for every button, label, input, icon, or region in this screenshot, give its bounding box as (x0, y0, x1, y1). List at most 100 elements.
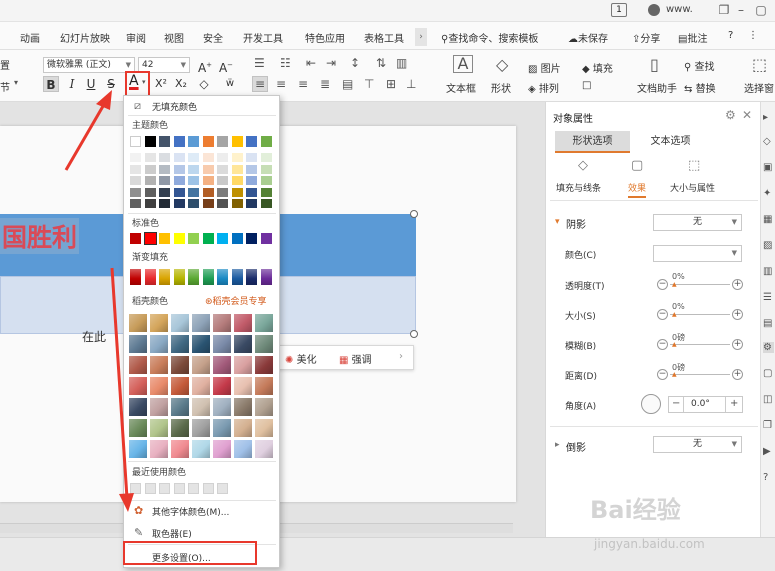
shell-color-swatch[interactable] (171, 419, 189, 437)
theme-shade-swatch[interactable] (173, 199, 185, 208)
tab-animation[interactable]: 动画 (20, 30, 40, 45)
recent-color-swatch[interactable] (217, 483, 228, 494)
increase-button[interactable]: + (732, 339, 743, 350)
sidebar-copy-icon[interactable]: ❐ (763, 420, 774, 431)
textbox-button[interactable]: 文本框 (446, 80, 476, 95)
tab-view[interactable]: 视图 (164, 30, 184, 45)
gradient-color-swatch[interactable] (188, 269, 199, 285)
angle-dial[interactable] (641, 394, 661, 414)
minimize-icon[interactable]: – (733, 2, 749, 18)
doc-helper-icon[interactable]: ▯ (650, 55, 659, 74)
shell-color-swatch[interactable] (255, 335, 273, 353)
shape-button[interactable]: 形状 (491, 80, 511, 95)
tabs-more-icon[interactable]: › (415, 28, 427, 46)
theme-shade-swatch[interactable] (130, 153, 141, 162)
shell-color-swatch[interactable] (192, 335, 210, 353)
theme-shade-swatch[interactable] (260, 176, 272, 185)
theme-color-swatch[interactable] (202, 136, 214, 147)
align-middle-icon[interactable]: ⊞ (386, 77, 396, 91)
maximize-icon[interactable]: ▢ (753, 2, 769, 18)
shell-color-swatch[interactable] (234, 377, 252, 395)
theme-shade-swatch[interactable] (173, 153, 185, 162)
fill-line-icon[interactable]: ◇ (578, 158, 588, 173)
shape-icon[interactable]: ◇ (496, 55, 508, 74)
theme-shade-swatch[interactable] (144, 176, 156, 185)
reflection-expand-icon[interactable]: ▸ (555, 440, 560, 450)
sidebar-crop-icon[interactable]: ◫ (763, 394, 774, 405)
size-slider[interactable]: 0% ▲ (660, 302, 735, 320)
underline-button[interactable]: U (83, 76, 99, 92)
align-right-icon[interactable]: ≡ (298, 77, 308, 91)
text-direction-icon[interactable]: ⇅ (376, 56, 386, 70)
theme-shade-swatch[interactable] (246, 164, 257, 174)
shell-color-swatch[interactable] (171, 356, 189, 374)
line-spacing-icon[interactable]: ↕ (350, 56, 360, 70)
theme-shade-swatch[interactable] (231, 176, 243, 185)
shell-color-swatch[interactable] (171, 377, 189, 395)
shell-color-swatch[interactable] (213, 440, 231, 458)
shell-color-swatch[interactable] (150, 419, 168, 437)
shell-color-swatch[interactable] (234, 398, 252, 416)
tab-review[interactable]: 审阅 (126, 30, 146, 45)
theme-shade-swatch[interactable] (246, 176, 257, 185)
theme-color-swatch[interactable] (130, 136, 141, 147)
theme-shade-swatch[interactable] (130, 187, 141, 197)
theme-shade-swatch[interactable] (217, 164, 228, 174)
bullet-list-icon[interactable]: ☰ (254, 56, 265, 70)
shell-color-swatch[interactable] (234, 419, 252, 437)
sidebar-table-icon[interactable]: ▦ (763, 214, 774, 225)
shell-color-swatch[interactable] (129, 314, 147, 332)
find-button[interactable]: ⚲ 查找 (684, 58, 715, 73)
sidebar-style-icon[interactable]: ◇ (763, 136, 774, 147)
blur-slider[interactable]: 0磅 ▲ (660, 333, 735, 350)
gradient-color-swatch[interactable] (144, 269, 156, 285)
tab-shape-options[interactable]: 形状选项 (555, 131, 630, 153)
user-name[interactable]: www. (666, 4, 693, 15)
arrange-button[interactable]: ◈ 排列 (528, 80, 559, 95)
settings-icon[interactable]: ⚙ (725, 108, 736, 122)
indent-increase-icon[interactable]: ⇥ (326, 56, 336, 70)
restore-icon[interactable]: ❐ (716, 2, 732, 18)
command-search[interactable]: ⚲查找命令、搜索模板 (441, 30, 538, 45)
shell-color-swatch[interactable] (255, 377, 273, 395)
distance-slider[interactable]: 0磅 ▲ (660, 363, 735, 380)
shell-color-swatch[interactable] (150, 377, 168, 395)
phonetic-icon[interactable]: ẅ (222, 76, 238, 92)
sidebar-text-icon[interactable]: ☰ (763, 292, 774, 303)
effect-icon[interactable]: ▢ (631, 158, 643, 173)
shell-color-swatch[interactable] (255, 356, 273, 374)
subtab-effect[interactable]: 效果 (628, 181, 647, 198)
theme-shade-swatch[interactable] (202, 164, 214, 174)
align-left-icon[interactable]: ≡ (252, 76, 268, 92)
recent-color-swatch[interactable] (159, 483, 170, 494)
theme-shade-swatch[interactable] (144, 187, 156, 197)
shell-color-swatch[interactable] (213, 314, 231, 332)
shell-color-swatch[interactable] (234, 440, 252, 458)
theme-color-swatch[interactable] (159, 136, 170, 147)
annotate-button[interactable]: ▤批注 (678, 30, 707, 45)
theme-shade-swatch[interactable] (246, 187, 257, 197)
shell-vip-label[interactable]: ⊛稻壳会员专享 (205, 294, 267, 307)
chevron-down-icon[interactable]: ▾ (14, 78, 18, 87)
gradient-color-swatch[interactable] (173, 269, 185, 285)
shell-color-swatch[interactable] (192, 440, 210, 458)
theme-shade-swatch[interactable] (217, 176, 228, 185)
sidebar-design-icon[interactable]: ▣ (763, 162, 774, 173)
superscript-button[interactable]: X² (153, 76, 169, 92)
theme-color-swatch[interactable] (144, 136, 156, 147)
recent-color-swatch[interactable] (202, 483, 214, 494)
theme-shade-swatch[interactable] (130, 164, 141, 174)
standard-color-swatch[interactable] (159, 233, 170, 244)
justify-icon[interactable]: ≣ (320, 77, 330, 91)
sidebar-layout-icon[interactable]: ▢ (763, 368, 774, 379)
theme-color-swatch[interactable] (260, 136, 272, 147)
angle-stepper[interactable]: − 0.0° + (668, 396, 743, 413)
tab-table-tools[interactable]: 表格工具 (364, 30, 404, 45)
shell-color-swatch[interactable] (213, 356, 231, 374)
theme-shade-swatch[interactable] (159, 164, 170, 174)
slide-subtitle[interactable]: 在此 (82, 328, 106, 345)
tab-count-badge[interactable]: 1 (611, 3, 627, 17)
shell-color-swatch[interactable] (129, 419, 147, 437)
shell-color-swatch[interactable] (150, 356, 168, 374)
shell-color-swatch[interactable] (234, 314, 252, 332)
